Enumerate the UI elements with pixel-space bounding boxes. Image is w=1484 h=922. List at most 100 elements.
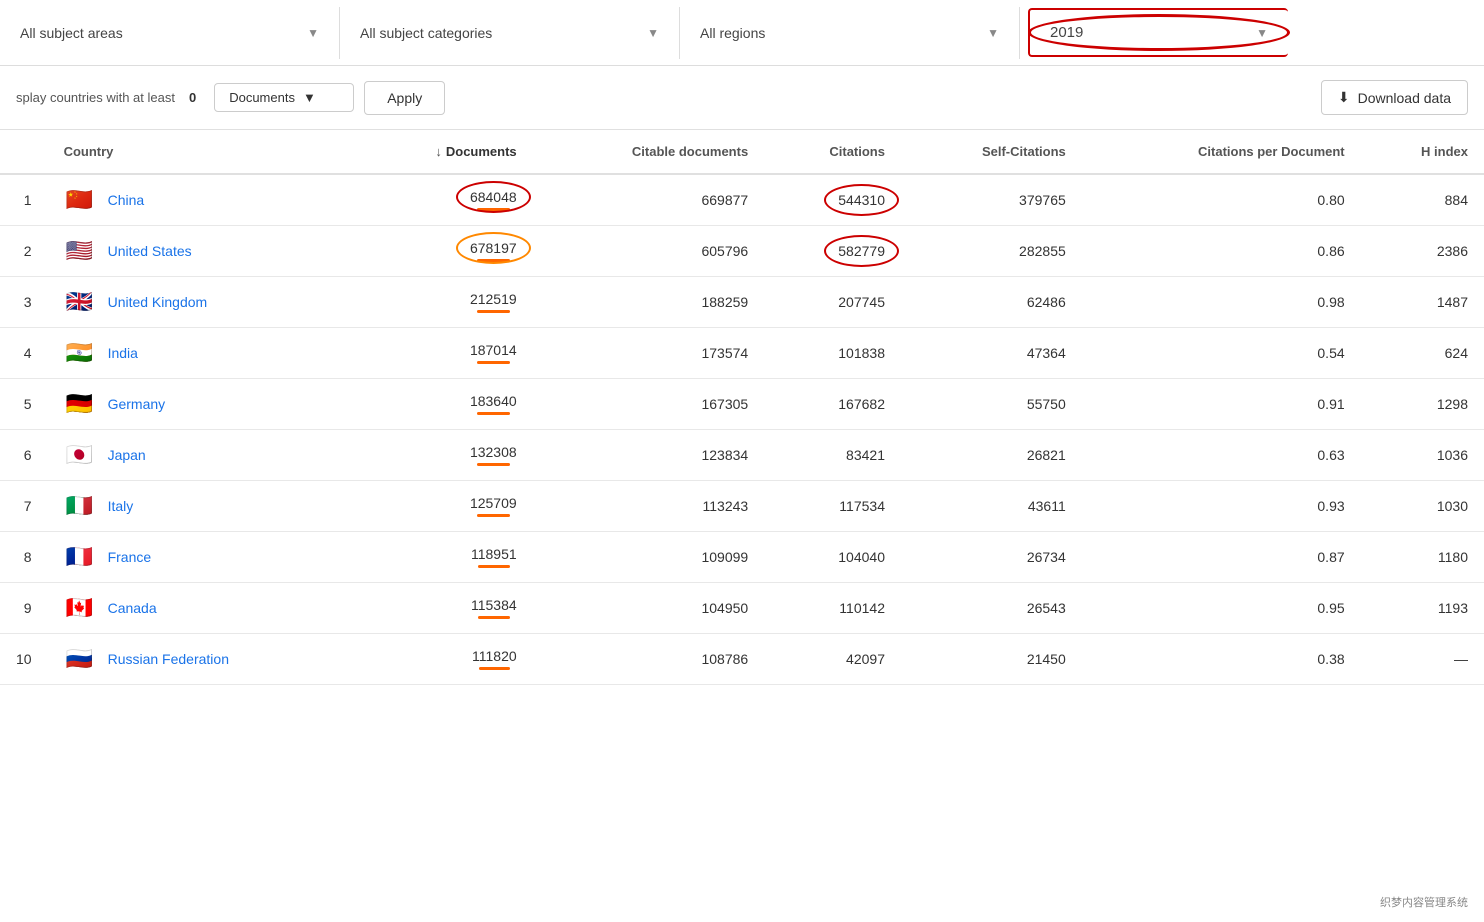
cell-country: 🇨🇦Canada: [48, 583, 356, 634]
cell-documents: 132308: [356, 430, 533, 481]
cell-citations-per-doc: 0.63: [1082, 430, 1361, 481]
country-flag: 🇮🇳: [64, 342, 96, 364]
cell-documents: 183640: [356, 379, 533, 430]
country-flag: 🇨🇳: [64, 189, 96, 211]
cell-documents: 187014: [356, 328, 533, 379]
cell-self-citations: 43611: [901, 481, 1082, 532]
country-cell: 🇨🇳 China: [64, 189, 340, 211]
cell-citations: 544310: [764, 174, 901, 226]
cell-self-citations: 26543: [901, 583, 1082, 634]
cell-country: 🇯🇵 Japan: [48, 430, 356, 481]
cell-country: 🇩🇪Germany: [48, 379, 356, 430]
country-flag: 🇺🇸: [64, 240, 96, 262]
controls-bar: splay countries with at least 0 Document…: [0, 66, 1484, 130]
cell-documents: 678197: [356, 226, 533, 277]
cell-h-index: —: [1361, 634, 1484, 685]
year-dropdown[interactable]: 2019 ▼: [1028, 8, 1288, 57]
watermark: 织梦内容管理系统: [1374, 892, 1474, 912]
cell-rank: 7: [0, 481, 48, 532]
cell-citable-docs: 669877: [533, 174, 765, 226]
cell-rank: 1: [0, 174, 48, 226]
country-link[interactable]: Russian Federation: [108, 651, 229, 667]
country-link[interactable]: Canada: [108, 600, 157, 616]
table-row: 9🇨🇦Canada115384104950110142265430.951193: [0, 583, 1484, 634]
cell-documents: 111820: [356, 634, 533, 685]
country-cell: 🇯🇵 Japan: [64, 444, 340, 466]
cell-country: 🇺🇸 United States: [48, 226, 356, 277]
cell-rank: 3: [0, 277, 48, 328]
country-link[interactable]: Japan: [108, 447, 146, 463]
country-flag: 🇫🇷: [64, 546, 96, 568]
cell-citations: 83421: [764, 430, 901, 481]
cell-citable-docs: 123834: [533, 430, 765, 481]
col-citations-per-doc: Citations per Document: [1082, 130, 1361, 174]
cell-country: 🇮🇳 India: [48, 328, 356, 379]
country-link[interactable]: United States: [108, 243, 192, 259]
table-row: 8🇫🇷France118951109099104040267340.871180: [0, 532, 1484, 583]
doc-value: 125709: [470, 495, 517, 517]
doc-value: 684048: [470, 189, 517, 211]
apply-button[interactable]: Apply: [364, 81, 445, 115]
cell-citable-docs: 104950: [533, 583, 765, 634]
cell-self-citations: 26734: [901, 532, 1082, 583]
country-cell: 🇺🇸 United States: [64, 240, 340, 262]
country-cell: 🇫🇷 France: [64, 546, 340, 568]
country-flag: 🇷🇺: [64, 648, 96, 670]
country-link[interactable]: France: [108, 549, 152, 565]
circle-red-citation-annotation: 582779: [838, 243, 885, 259]
cell-citable-docs: 108786: [533, 634, 765, 685]
col-citable-docs: Citable documents: [533, 130, 765, 174]
doc-value: 212519: [470, 291, 517, 313]
download-icon: ⬇: [1338, 89, 1350, 106]
country-link[interactable]: Germany: [108, 396, 166, 412]
col-documents[interactable]: ↓Documents: [356, 130, 533, 174]
download-button[interactable]: ⬇ Download data: [1321, 80, 1468, 115]
country-cell: 🇬🇧 United Kingdom: [64, 291, 340, 313]
doc-type-dropdown[interactable]: Documents ▼: [214, 83, 354, 112]
display-prefix: splay countries with at least: [16, 90, 175, 105]
cell-citable-docs: 167305: [533, 379, 765, 430]
country-flag: 🇯🇵: [64, 444, 96, 466]
doc-value: 132308: [470, 444, 517, 466]
download-label: Download data: [1358, 90, 1451, 106]
col-citations: Citations: [764, 130, 901, 174]
cell-citations: 104040: [764, 532, 901, 583]
subject-areas-dropdown[interactable]: All subject areas ▼: [0, 7, 340, 59]
col-rank: [0, 130, 48, 174]
col-h-index: H index: [1361, 130, 1484, 174]
cell-self-citations: 21450: [901, 634, 1082, 685]
regions-dropdown[interactable]: All regions ▼: [680, 7, 1020, 59]
country-link[interactable]: China: [108, 192, 145, 208]
country-link[interactable]: India: [108, 345, 138, 361]
cell-citations-per-doc: 0.54: [1082, 328, 1361, 379]
circle-red-annotation: 684048: [470, 189, 517, 205]
cell-documents: 684048: [356, 174, 533, 226]
country-cell: 🇮🇳 India: [64, 342, 340, 364]
country-flag: 🇬🇧: [64, 291, 96, 313]
cell-h-index: 1298: [1361, 379, 1484, 430]
doc-value: 111820: [472, 648, 517, 670]
cell-citable-docs: 188259: [533, 277, 765, 328]
cell-h-index: 2386: [1361, 226, 1484, 277]
subject-areas-arrow: ▼: [307, 26, 319, 40]
country-link[interactable]: Italy: [108, 498, 134, 514]
doc-type-arrow: ▼: [303, 90, 316, 105]
year-circle: 2019 ▼: [1050, 24, 1268, 41]
table-body: 1🇨🇳China6840486698775443103797650.808842…: [0, 174, 1484, 685]
cell-citations: 207745: [764, 277, 901, 328]
cell-citations-per-doc: 0.93: [1082, 481, 1361, 532]
country-link[interactable]: United Kingdom: [108, 294, 208, 310]
cell-h-index: 1036: [1361, 430, 1484, 481]
cell-h-index: 1193: [1361, 583, 1484, 634]
subject-categories-label: All subject categories: [360, 25, 492, 41]
circle-red-citation-annotation: 544310: [838, 192, 885, 208]
doc-value: 183640: [470, 393, 517, 415]
year-arrow: ▼: [1256, 26, 1268, 40]
table-header: Country ↓Documents Citable documents Cit…: [0, 130, 1484, 174]
cell-rank: 10: [0, 634, 48, 685]
cell-h-index: 884: [1361, 174, 1484, 226]
cell-citations: 167682: [764, 379, 901, 430]
filter-bar: All subject areas ▼ All subject categori…: [0, 0, 1484, 66]
subject-categories-dropdown[interactable]: All subject categories ▼: [340, 7, 680, 59]
doc-value: 187014: [470, 342, 517, 364]
